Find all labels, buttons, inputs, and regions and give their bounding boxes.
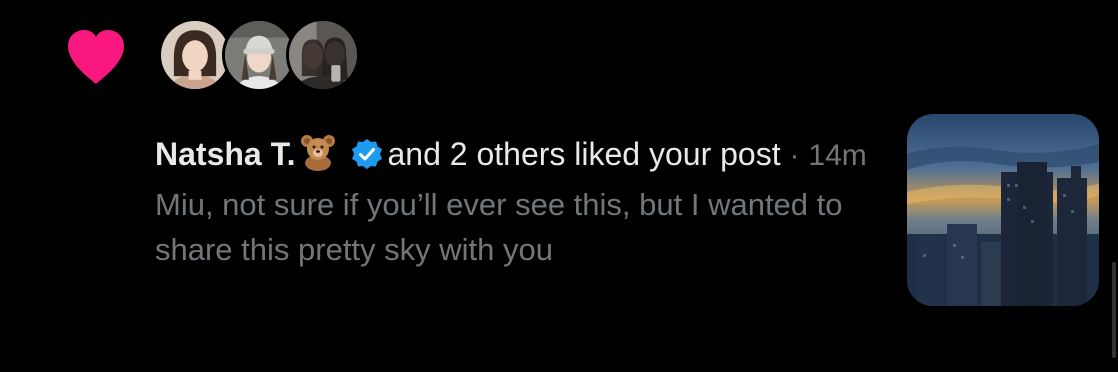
avatar-liker-2[interactable] — [222, 18, 296, 92]
like-notification[interactable]: Natsha T. and 2 others liked your post ·… — [0, 0, 1118, 372]
avatar-liker-3[interactable] — [286, 18, 360, 92]
username-link[interactable]: Natsha T. — [155, 136, 295, 172]
timestamp: 14m — [808, 139, 867, 172]
bear-icon — [301, 135, 336, 171]
post-thumbnail[interactable] — [907, 114, 1099, 306]
heart-icon — [68, 30, 124, 84]
action-text: and 2 others liked your post — [387, 136, 781, 172]
scrollbar[interactable] — [1112, 262, 1116, 358]
notification-content: Natsha T. and 2 others liked your post ·… — [155, 132, 875, 272]
avatar-natsha[interactable] — [158, 18, 232, 92]
notification-headline: Natsha T. and 2 others liked your post ·… — [155, 132, 875, 178]
liker-avatars — [158, 18, 360, 96]
verified-badge-icon — [352, 139, 383, 169]
separator-dot: · — [789, 139, 800, 172]
post-text[interactable]: Miu, not sure if you’ll ever see this, b… — [155, 182, 875, 272]
